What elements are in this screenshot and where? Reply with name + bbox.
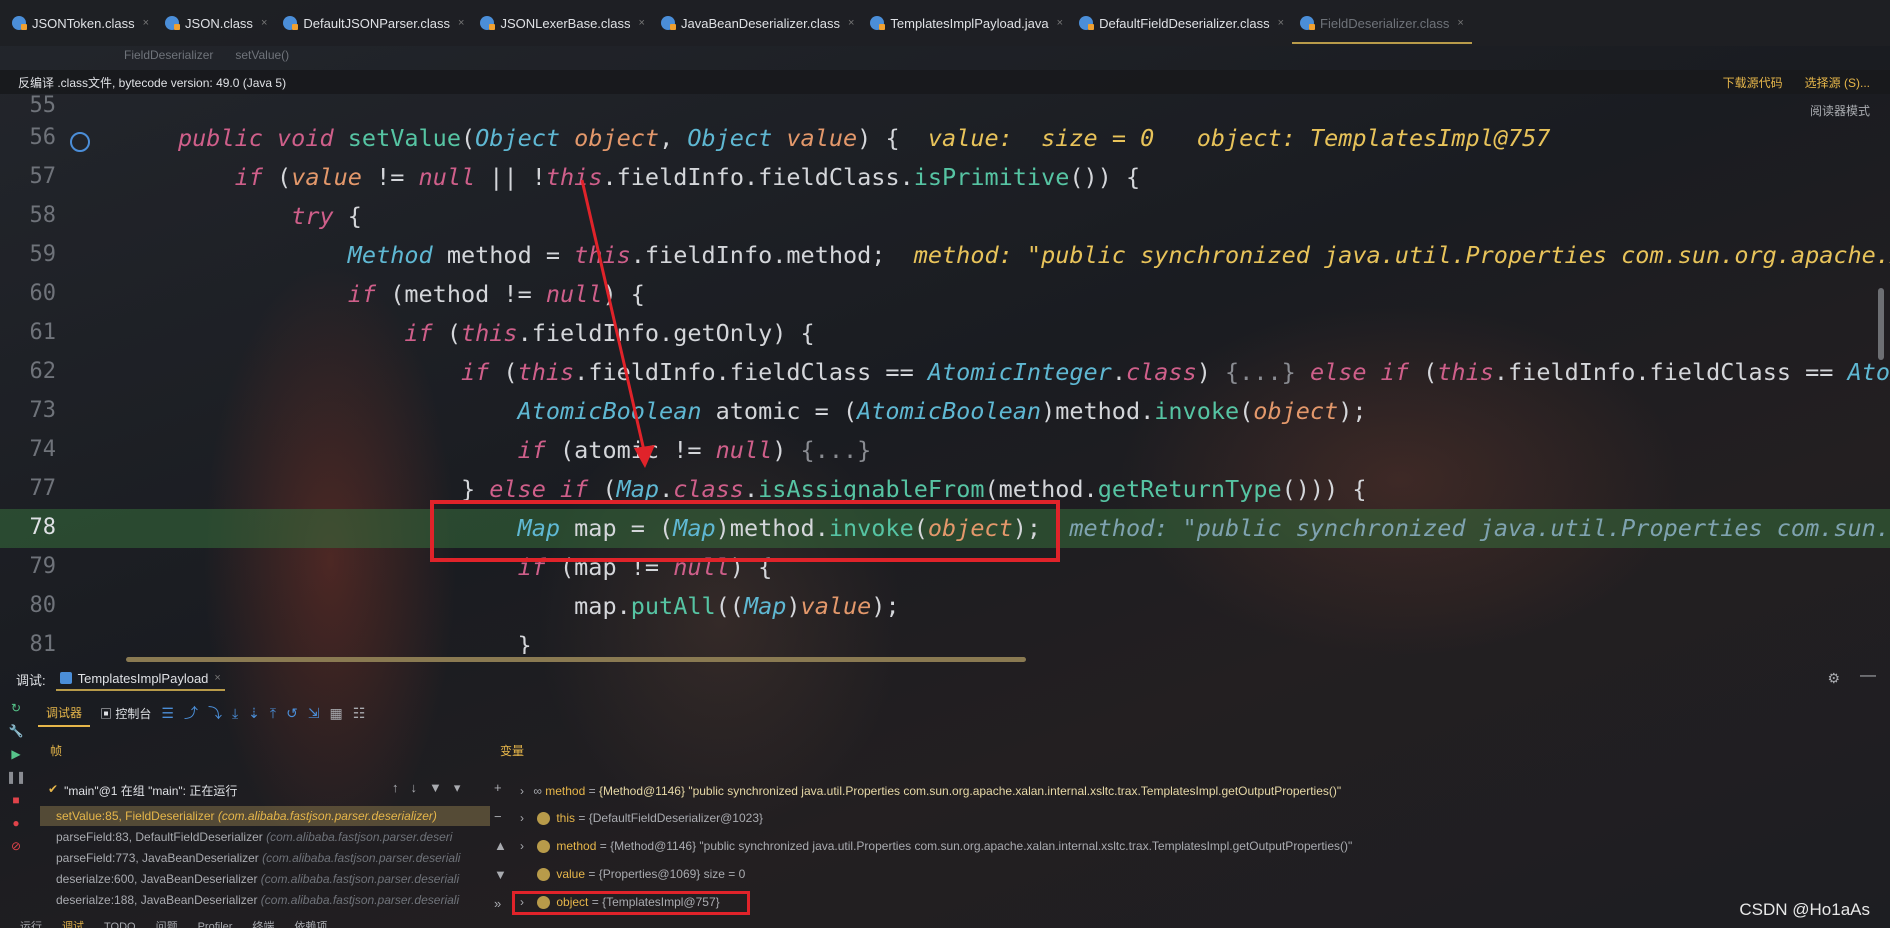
arrow-up-icon[interactable]: ↑ <box>392 780 399 796</box>
frame-item[interactable]: setValue:85, FieldDeserializer (com.alib… <box>40 806 490 826</box>
debug-session-tab[interactable]: TemplatesImplPayload × <box>55 667 225 691</box>
watermark: CSDN @Ho1aAs <box>1739 900 1870 919</box>
view-breakpoints-icon[interactable]: ● <box>12 816 19 830</box>
close-icon[interactable]: × <box>214 672 220 684</box>
variable-row[interactable]: › this = {DefaultFieldDeserializer@1023} <box>520 807 763 829</box>
watch-icon: ∞ <box>533 784 546 798</box>
run-to-cursor-icon[interactable]: ⇲ <box>308 705 320 722</box>
mute-breakpoints-icon[interactable]: ⊘ <box>11 839 21 853</box>
variables-panel: 变量 <box>500 742 1880 759</box>
variable-row[interactable]: value = {Properties@1069} size = 0 <box>520 863 745 885</box>
tool-profiler[interactable]: Profiler <box>198 916 233 928</box>
menu-icon[interactable]: ☰ <box>161 705 174 722</box>
tab-console[interactable]: ▣ 控制台 <box>100 705 151 722</box>
vertical-scrollbar[interactable] <box>1878 288 1884 360</box>
step-over-icon[interactable]: ⤵ <box>208 703 222 723</box>
debug-panel-header: 调试: TemplatesImplPayload × <box>0 667 1890 691</box>
frames-header: 帧 <box>50 744 63 758</box>
java-file-icon <box>59 672 72 684</box>
frame-item[interactable]: parseField:83, DefaultFieldDeserializer … <box>40 827 490 847</box>
debug-toolbar: 调试器 ▣ 控制台 ☰ ⤴ ⤵ ⤓ ⇣ ⤒ ↺ ⇲ ▦ ☷ <box>38 700 366 727</box>
frame-nav-toolbar: ↑ ↓ ▼ ▾ <box>392 780 460 796</box>
show-execution-point-icon[interactable]: ⤴ <box>184 703 198 723</box>
arrow-down-icon[interactable]: ↓ <box>411 780 418 796</box>
minimize-icon[interactable]: — <box>1860 667 1876 685</box>
frames-panel: 帧 <box>38 742 493 759</box>
stop-icon[interactable]: ■ <box>12 793 19 807</box>
frame-item[interactable]: deserialze:188, JavaBeanDeserializer (co… <box>40 890 490 910</box>
tool-run[interactable]: 运行 <box>20 916 42 928</box>
step-into-icon[interactable]: ⤓ <box>232 705 238 722</box>
horizontal-scrollbar[interactable] <box>126 657 1026 662</box>
field-icon <box>537 812 551 826</box>
field-icon <box>537 840 551 854</box>
add-icon[interactable]: + <box>494 780 507 795</box>
wrench-icon[interactable]: 🔧 <box>9 724 24 738</box>
tool-dependencies[interactable]: 依赖项 <box>294 916 327 928</box>
tab-debugger[interactable]: 调试器 <box>38 700 91 727</box>
rerun-icon[interactable]: ↻ <box>11 701 21 715</box>
tool-debug[interactable]: 调试 <box>62 916 84 928</box>
remove-icon[interactable]: − <box>494 809 507 824</box>
thread-selector[interactable]: ✔ "main"@1 在组 "main": 正在运行 <box>48 782 237 799</box>
bottom-tool-window-bar: 运行 调试 TODO 问题 Profiler 终端 依赖项 <box>0 916 1890 928</box>
frame-item[interactable]: deserialze:600, JavaBeanDeserializer (co… <box>40 869 490 889</box>
variables-toolbar: + − ▲ ▼ » <box>494 780 507 911</box>
chevron-down-icon[interactable]: ▾ <box>454 780 461 796</box>
console-icon: ▣ <box>100 706 116 721</box>
variable-row[interactable]: › method = {Method@1146} "public synchro… <box>520 835 1352 857</box>
tool-todo[interactable]: TODO <box>104 916 136 928</box>
resume-icon[interactable]: ▶ <box>11 747 20 761</box>
gear-icon[interactable]: ⚙ <box>1827 670 1840 687</box>
frame-item[interactable]: parseField:773, JavaBeanDeserializer (co… <box>40 848 490 868</box>
annotation-highlight-box <box>430 500 1060 562</box>
variable-row[interactable]: › ∞ method = {Method@1146} "public synch… <box>520 780 1341 802</box>
force-step-into-icon[interactable]: ⇣ <box>248 705 260 722</box>
arrow-up-icon[interactable]: ▲ <box>494 838 507 853</box>
more-icon[interactable]: » <box>494 896 507 911</box>
arrow-down-icon[interactable]: ▼ <box>494 867 507 882</box>
filter-icon[interactable]: ▼ <box>429 780 442 796</box>
tool-problems[interactable]: 问题 <box>156 916 178 928</box>
check-icon: ✔ <box>48 782 59 796</box>
pause-icon[interactable]: ❚❚ <box>6 770 26 784</box>
tool-terminal[interactable]: 终端 <box>252 916 274 928</box>
step-out-icon[interactable]: ⤒ <box>270 705 276 722</box>
drop-frame-icon[interactable]: ↺ <box>286 705 298 722</box>
debug-label: 调试: <box>16 672 46 688</box>
layout-icon[interactable]: ☷ <box>353 705 366 722</box>
debug-side-toolbar: ↻ 🔧 ▶ ❚❚ ■ ● ⊘ <box>0 695 32 928</box>
annotation-highlight-box <box>512 891 750 915</box>
field-icon <box>537 868 551 882</box>
variables-header: 变量 <box>500 744 525 758</box>
evaluate-icon[interactable]: ▦ <box>330 705 343 722</box>
